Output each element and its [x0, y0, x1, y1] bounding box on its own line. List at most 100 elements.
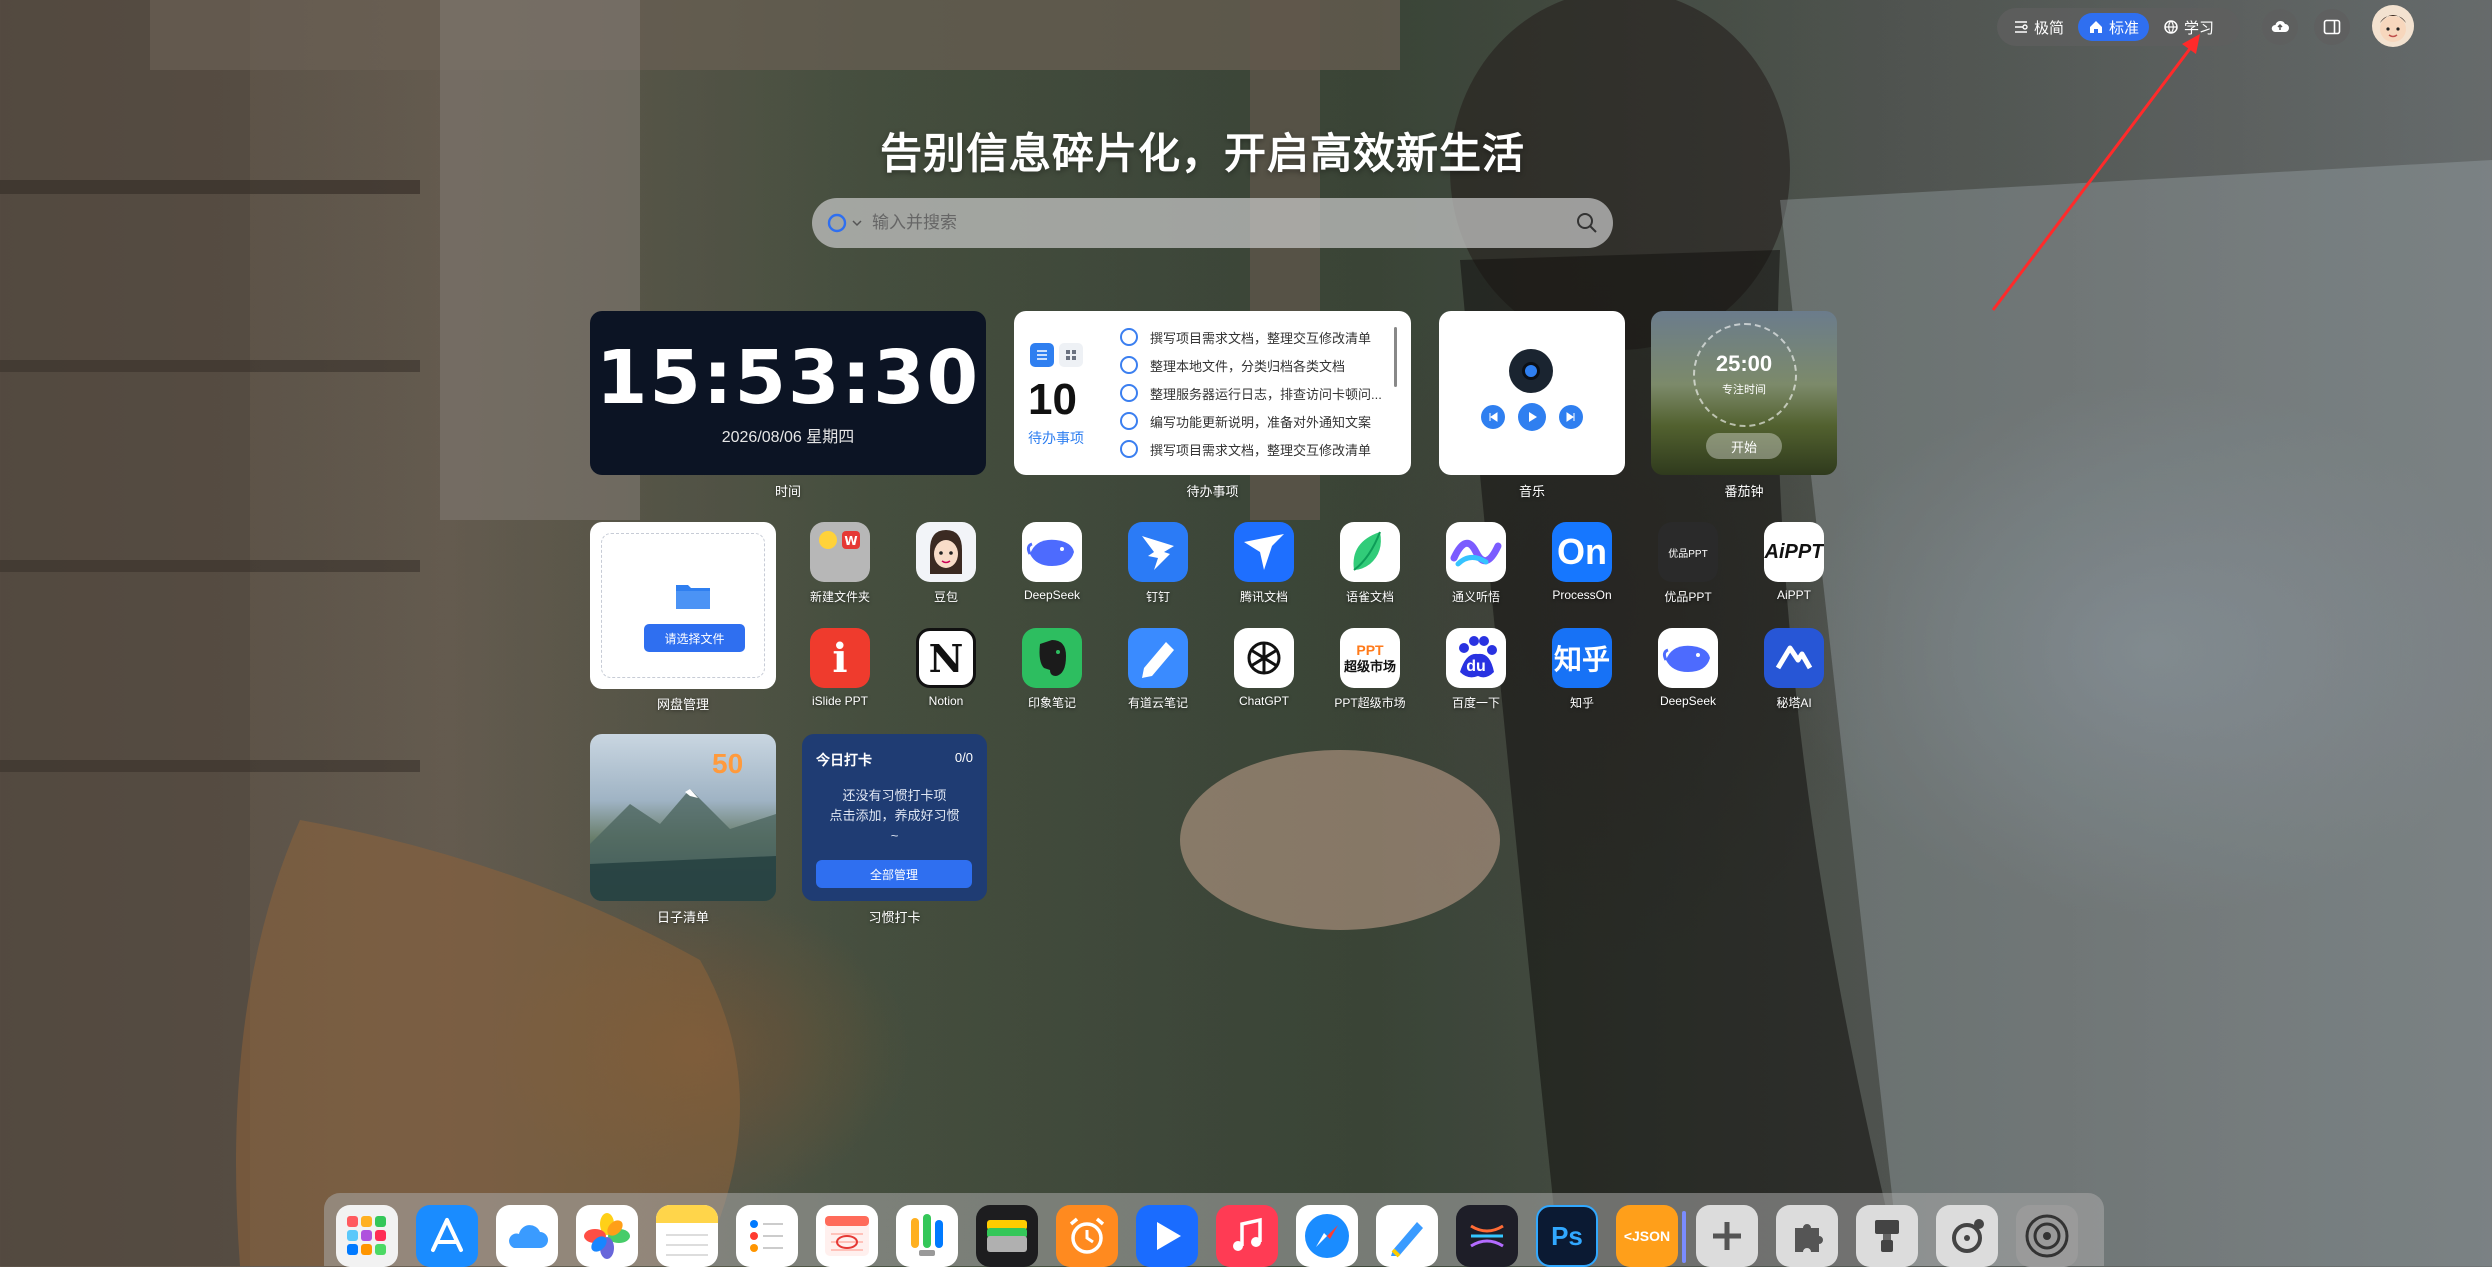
photos-icon[interactable]: [576, 1205, 638, 1267]
user-avatar[interactable]: [2372, 5, 2414, 47]
habit-manage-button[interactable]: 全部管理: [816, 860, 972, 888]
app-name: DeepSeek: [1659, 694, 1717, 708]
cloud-button[interactable]: [2262, 9, 2298, 45]
todo-grid-view-tab[interactable]: [1059, 343, 1083, 367]
prev-track-button[interactable]: [1481, 405, 1505, 429]
music-label: 音乐: [1518, 484, 1545, 499]
next-track-button[interactable]: [1559, 405, 1583, 429]
json-tool-icon[interactable]: <JSON: [1616, 1205, 1678, 1267]
todo-scrollbar[interactable]: [1394, 327, 1397, 387]
youpin-ppt-icon: 优品PPT: [1658, 522, 1718, 582]
app-youdao-note[interactable]: 有道云笔记: [1118, 628, 1198, 711]
wallet-icon[interactable]: [976, 1205, 1038, 1267]
todo-checkbox[interactable]: [1120, 412, 1138, 430]
todo-checkbox[interactable]: [1120, 328, 1138, 346]
app-deepseek[interactable]: DeepSeek: [1012, 522, 1092, 602]
app-name: 腾讯文档: [1239, 590, 1288, 604]
app-dingtalk[interactable]: 钉钉: [1118, 522, 1198, 605]
habit-empty-message[interactable]: 还没有习惯打卡项 点击添加，养成好习惯 ~: [802, 786, 987, 846]
todo-list-view-tab[interactable]: [1030, 343, 1054, 367]
baidu-text: du: [1466, 658, 1486, 675]
days-label: 日子清单: [656, 910, 709, 925]
home-icon: [2090, 21, 2103, 33]
app-evernote[interactable]: 印象笔记: [1012, 628, 1092, 711]
xmind-icon[interactable]: [1456, 1205, 1518, 1267]
add-icon[interactable]: [1696, 1205, 1758, 1267]
islide-icon: i: [810, 628, 870, 688]
todo-list: 撰写项目需求文档，整理交互修改清单 整理本地文件，分类归档各类文档 整理服务器运…: [1120, 323, 1390, 463]
pomodoro-start-button[interactable]: 开始: [1706, 433, 1782, 459]
todo-item[interactable]: 撰写项目需求文档，整理交互修改清单: [1120, 323, 1390, 351]
todo-checkbox[interactable]: [1120, 356, 1138, 374]
app-name: 秘塔AI: [1776, 696, 1812, 710]
alarm-clock-icon[interactable]: [1056, 1205, 1118, 1267]
play-button[interactable]: [1518, 403, 1546, 431]
app-name: DeepSeek: [1023, 588, 1081, 602]
app-name: 百度一下: [1451, 696, 1500, 710]
app-zhihu[interactable]: 知乎 知乎: [1542, 628, 1622, 711]
app-youpin-ppt[interactable]: 优品PPT 优品PPT: [1648, 522, 1728, 605]
search-input[interactable]: [870, 212, 1575, 234]
ideas-bulb-icon[interactable]: [896, 1205, 958, 1267]
calendar-icon[interactable]: [816, 1205, 878, 1267]
video-play-icon[interactable]: [1136, 1205, 1198, 1267]
todo-item[interactable]: 撰写项目需求文档，整理交互修改清单: [1120, 435, 1390, 463]
todo-item[interactable]: 整理本地文件，分类归档各类文档: [1120, 351, 1390, 379]
days-widget[interactable]: 50: [590, 734, 776, 901]
aippt-icon: AiPPT: [1764, 522, 1824, 582]
mode-standard[interactable]: 标准: [2078, 13, 2150, 41]
todo-item[interactable]: 整理服务器运行日志，排查访问卡顿问...: [1120, 379, 1390, 407]
reminders-icon[interactable]: [736, 1205, 798, 1267]
mode-study[interactable]: 学习: [2153, 13, 2224, 41]
choose-file-button[interactable]: 请选择文件: [644, 624, 745, 652]
grid-icon: [1066, 350, 1076, 360]
timer-settings-icon[interactable]: [1936, 1205, 1998, 1267]
app-metaso[interactable]: 秘塔AI: [1754, 628, 1834, 711]
mode-minimal[interactable]: 极简: [2003, 13, 2074, 41]
launchpad-icon[interactable]: [336, 1205, 398, 1267]
music-icon[interactable]: [1216, 1205, 1278, 1267]
habit-message-line: 点击添加，养成好习惯: [829, 808, 960, 823]
clock-widget[interactable]: 15:53:30 2026/08/06 星期四: [590, 311, 986, 475]
app-ppt-market[interactable]: PPT 超级市场 PPT超级市场: [1330, 628, 1410, 711]
system-settings-icon[interactable]: [2016, 1205, 2078, 1267]
mode-standard-label: 标准: [2109, 19, 2140, 37]
todo-checkbox[interactable]: [1120, 384, 1138, 402]
search-icon[interactable]: [1575, 211, 1599, 235]
safari-icon[interactable]: [1296, 1205, 1358, 1267]
plugins-puzzle-icon[interactable]: [1776, 1205, 1838, 1267]
todo-item-text: 编写功能更新说明，准备对外通知文案: [1150, 414, 1372, 430]
avatar-face-icon: [2380, 15, 2406, 42]
app-notion[interactable]: N Notion: [906, 628, 986, 708]
app-baidu[interactable]: du 百度一下: [1436, 628, 1516, 711]
todo-checkbox[interactable]: [1120, 440, 1138, 458]
app-tingwu[interactable]: 通义听悟: [1436, 522, 1516, 605]
app-name: 新建文件夹: [809, 590, 870, 604]
pomodoro-time: 25:00: [1715, 351, 1773, 376]
page-headline: 告别信息碎片化，开启高效新生活: [879, 130, 1525, 178]
icloud-icon[interactable]: [496, 1205, 558, 1267]
notes-icon[interactable]: [656, 1205, 718, 1267]
app-yuque[interactable]: 语雀文档: [1330, 522, 1410, 605]
app-islide[interactable]: i iSlide PPT: [800, 628, 880, 708]
pomodoro-widget: 25:00 专注时间 开始: [1651, 311, 1837, 475]
file-drop-zone[interactable]: 请选择文件: [601, 533, 765, 678]
app-aippt[interactable]: AiPPT AiPPT: [1754, 522, 1834, 602]
search-engine-selector[interactable]: [826, 212, 862, 234]
theme-brush-icon[interactable]: [1856, 1205, 1918, 1267]
photoshop-icon[interactable]: Ps: [1536, 1205, 1598, 1267]
app-tencent-docs[interactable]: 腾讯文档: [1224, 522, 1304, 605]
todo-item[interactable]: 编写功能更新说明，准备对外通知文案: [1120, 407, 1390, 435]
dingtalk-icon: [1128, 522, 1188, 582]
app-doubao[interactable]: 豆包: [906, 522, 986, 605]
music-disc-icon: [1509, 349, 1553, 393]
evernote-elephant-icon: [1022, 628, 1082, 688]
app-deepseek-2[interactable]: DeepSeek: [1648, 628, 1728, 708]
app-new-folder[interactable]: W 新建文件夹: [800, 522, 880, 605]
app-store-icon[interactable]: [416, 1205, 478, 1267]
app-chatgpt[interactable]: ChatGPT: [1224, 628, 1304, 708]
app-name: ChatGPT: [1238, 694, 1289, 708]
app-processon[interactable]: On ProcessOn: [1542, 522, 1622, 602]
freeform-icon[interactable]: [1376, 1205, 1438, 1267]
sidebar-toggle-button[interactable]: [2314, 9, 2350, 45]
